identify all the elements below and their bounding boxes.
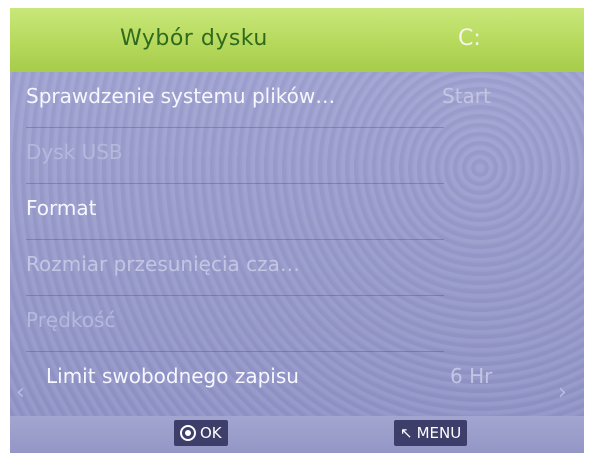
menu-item-label: Format [26, 196, 97, 220]
ok-button-label: OK [200, 424, 222, 442]
selected-drive[interactable]: C: [458, 26, 481, 51]
page-title: Wybór dysku [120, 26, 268, 51]
button-bar: OK ↖ MENU [10, 416, 584, 453]
menu-item-label: Rozmiar przesunięcia cza… [26, 252, 300, 276]
chevron-right-icon[interactable]: › [558, 380, 567, 405]
menu-item-label: Prędkość [26, 308, 116, 332]
chevron-left-icon[interactable]: ‹ [16, 380, 25, 405]
header-bar: Wybór dysku C: [10, 8, 584, 72]
menu-item-file-system-check[interactable]: Sprawdzenie systemu plików… Start [10, 72, 584, 128]
dvr-screen: Wybór dysku C: Sprawdzenie systemu plikó… [10, 8, 584, 453]
menu-item-label: Sprawdzenie systemu plików… [26, 84, 336, 108]
menu-button[interactable]: ↖ MENU [394, 420, 468, 446]
menu-item-label: Dysk USB [26, 140, 123, 164]
ok-circle-icon [180, 425, 196, 441]
ok-button[interactable]: OK [174, 420, 228, 446]
menu-item-free-record-limit[interactable]: Limit swobodnego zapisu 6 Hr [10, 352, 584, 408]
menu-item-format[interactable]: Format [10, 184, 584, 240]
menu-item-speed[interactable]: Prędkość [10, 296, 584, 352]
menu-item-label: Limit swobodnego zapisu [46, 364, 299, 388]
menu-item-value[interactable]: 6 Hr [450, 364, 492, 388]
menu-button-label: MENU [416, 424, 462, 442]
back-arrow-icon: ↖ [400, 424, 413, 442]
menu-item-value[interactable]: Start [442, 84, 491, 108]
menu-item-usb-disk[interactable]: Dysk USB [10, 128, 584, 184]
menu-item-time-shift-size[interactable]: Rozmiar przesunięcia cza… [10, 240, 584, 296]
